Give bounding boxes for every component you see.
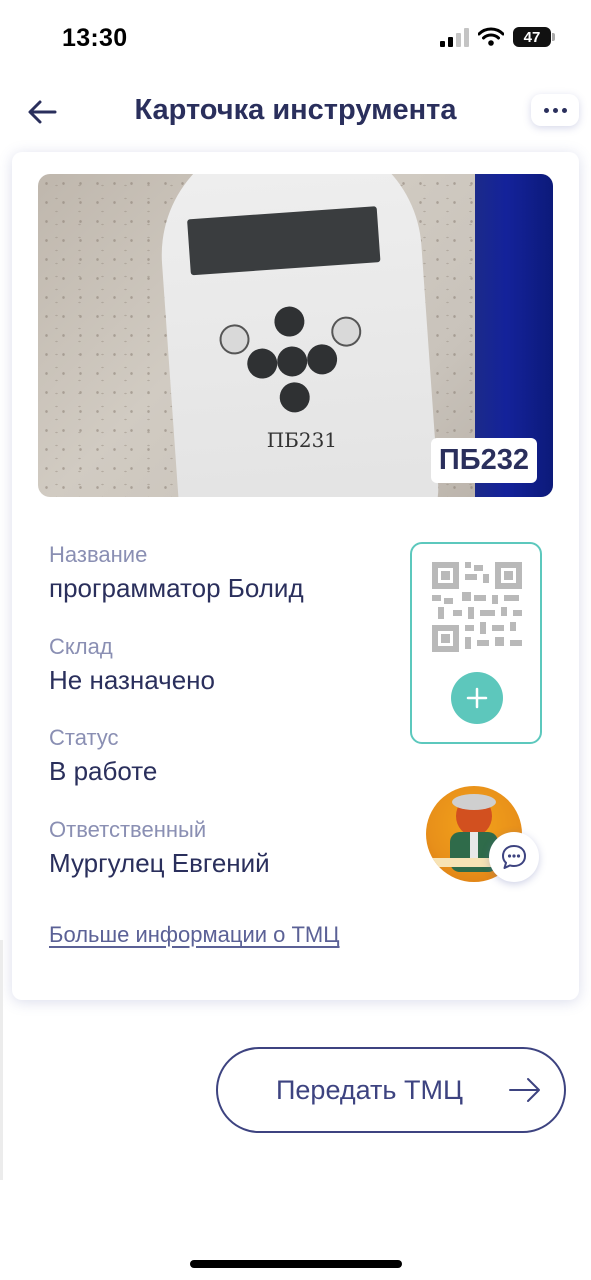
tool-card: ПБ231 ПБ232 Название программатор Болид … [12,152,579,1000]
chat-icon [502,845,526,869]
device-image: ПБ231 [153,174,443,497]
more-dots-icon [543,107,549,113]
device-handwritten-label: ПБ231 [266,427,338,452]
field-warehouse-label: Склад [49,634,113,659]
transfer-button-label: Передать ТМЦ [276,1075,463,1105]
more-button[interactable] [531,94,579,126]
status-time: 13:30 [62,24,128,52]
qr-code-icon [432,562,522,652]
chat-button[interactable] [489,832,539,882]
status-icons: 47 [440,27,555,47]
home-indicator[interactable] [190,1260,402,1268]
signal-icon [440,27,469,47]
add-qr-button[interactable] [451,672,503,724]
field-responsible-label: Ответственный [49,817,207,842]
transfer-button[interactable]: Передать ТМЦ [216,1047,566,1133]
field-name-value: программатор Болид [49,573,304,603]
plus-icon [466,687,488,709]
field-name-label: Название [49,542,148,567]
more-info-link[interactable]: Больше информации о ТМЦ [49,922,340,948]
field-responsible-value: Мургулец Евгений [49,848,270,878]
arrow-right-icon [509,1078,540,1102]
inventory-tag: ПБ232 [430,438,537,483]
header: Карточка инструмента [0,80,591,144]
field-status-value: В работе [49,756,158,786]
wifi-icon [478,27,504,46]
tool-photo[interactable]: ПБ231 ПБ232 [38,174,553,497]
field-warehouse-value: Не назначено [49,665,215,695]
battery-icon: 47 [513,27,555,47]
qr-code-box[interactable] [410,542,542,744]
status-bar: 13:30 47 [0,0,591,80]
page-title: Карточка инструмента [134,94,457,126]
field-status-label: Статус [49,725,119,750]
